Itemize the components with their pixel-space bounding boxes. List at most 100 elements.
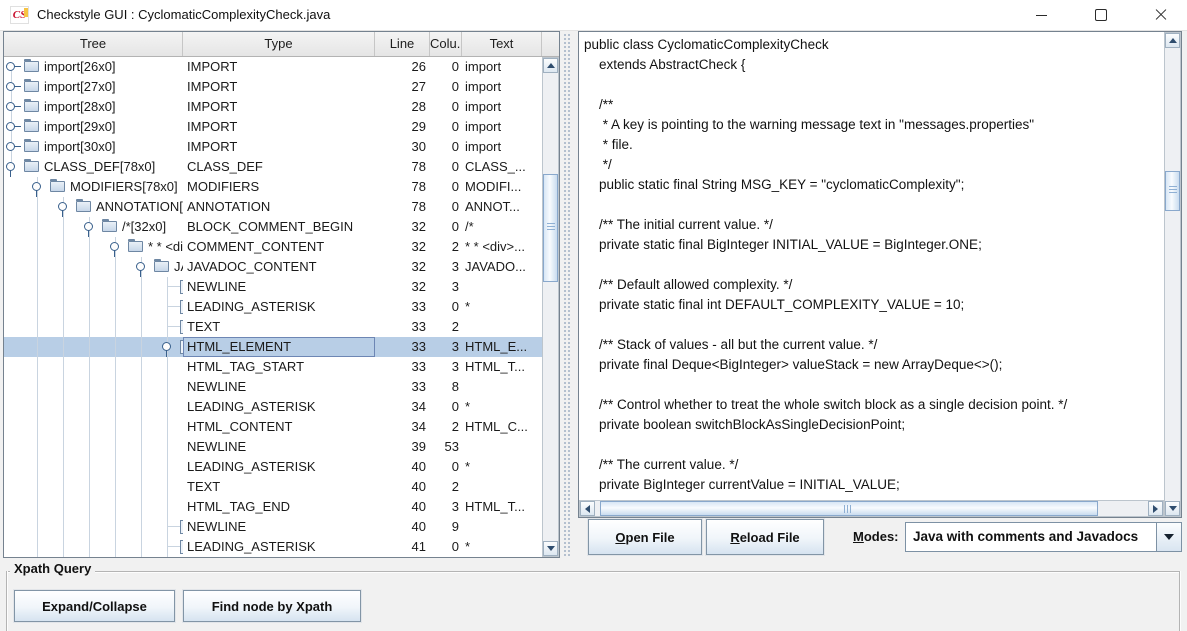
colc-cell[interactable]: 53	[430, 437, 462, 457]
text-cell[interactable]: *	[462, 397, 542, 417]
expand-handle-icon[interactable]	[6, 62, 15, 71]
tree-cell[interactable]: import[29x0]	[4, 117, 183, 137]
colc-cell[interactable]: 0	[430, 177, 462, 197]
tree-cell[interactable]: import[28x0]	[4, 97, 183, 117]
split-divider[interactable]	[561, 31, 577, 558]
line-cell[interactable]: 41	[375, 537, 430, 557]
type-cell[interactable]: ANNOTATION	[183, 197, 375, 217]
table-row[interactable]: HTML_TAG_START333HTML_T...	[4, 357, 542, 377]
text-cell[interactable]: HTML_E...	[462, 337, 542, 357]
table-row[interactable]: LEADING_ASTERISK330*	[4, 297, 542, 317]
expand-handle-icon[interactable]	[6, 122, 15, 131]
text-cell[interactable]: HTML_T...	[462, 357, 542, 377]
type-cell[interactable]: HTML_CONTENT	[183, 417, 375, 437]
type-cell[interactable]: NEWLINE	[183, 277, 375, 297]
colc-cell[interactable]: 0	[430, 137, 462, 157]
table-row[interactable]: NEWLINE3953	[4, 437, 542, 457]
type-cell[interactable]: TEXT	[183, 477, 375, 497]
line-cell[interactable]: 32	[375, 237, 430, 257]
line-cell[interactable]: 40	[375, 517, 430, 537]
type-cell[interactable]: IMPORT	[183, 97, 375, 117]
table-row[interactable]: HTML_TAG_END403HTML_T...	[4, 497, 542, 517]
column-header-colu[interactable]: Colu...	[430, 32, 462, 56]
tree-cell[interactable]	[4, 537, 183, 557]
type-cell[interactable]: LEADING_ASTERISK	[183, 397, 375, 417]
line-cell[interactable]: 26	[375, 57, 430, 77]
colc-cell[interactable]: 0	[430, 197, 462, 217]
text-cell[interactable]: *	[462, 297, 542, 317]
colc-cell[interactable]: 3	[430, 357, 462, 377]
line-cell[interactable]: 34	[375, 397, 430, 417]
type-cell[interactable]: NEWLINE	[183, 517, 375, 537]
line-cell[interactable]: 32	[375, 257, 430, 277]
type-cell[interactable]: NEWLINE	[183, 437, 375, 457]
line-cell[interactable]: 33	[375, 337, 430, 357]
text-cell[interactable]: ANNOT...	[462, 197, 542, 217]
tree-cell[interactable]: /*[32x0]	[4, 217, 183, 237]
collapse-handle-icon[interactable]	[58, 202, 67, 211]
combobox-dropdown-button[interactable]	[1156, 523, 1181, 551]
colc-cell[interactable]: 3	[430, 257, 462, 277]
type-cell[interactable]: LEADING_ASTERISK	[183, 297, 375, 317]
table-row[interactable]: TEXT332	[4, 317, 542, 337]
colc-cell[interactable]: 0	[430, 77, 462, 97]
table-row[interactable]: MODIFIERS[78x0]MODIFIERS780MODIFI...	[4, 177, 542, 197]
tree-cell[interactable]	[4, 457, 183, 477]
type-cell[interactable]: IMPORT	[183, 57, 375, 77]
tree-cell[interactable]	[4, 297, 183, 317]
table-row[interactable]: import[30x0]IMPORT300import	[4, 137, 542, 157]
table-row[interactable]: import[29x0]IMPORT290import	[4, 117, 542, 137]
scroll-down-button[interactable]	[1165, 501, 1180, 516]
table-row[interactable]: ANNOTATION[78x0]ANNOTATION780ANNOT...	[4, 197, 542, 217]
table-row[interactable]: LEADING_ASTERISK400*	[4, 457, 542, 477]
text-cell[interactable]	[462, 377, 542, 397]
text-cell[interactable]: HTML_C...	[462, 417, 542, 437]
text-cell[interactable]: import	[462, 57, 542, 77]
line-cell[interactable]: 32	[375, 217, 430, 237]
code-scrollbar-horizontal[interactable]	[579, 500, 1164, 517]
type-cell[interactable]: JAVADOC_CONTENT	[183, 257, 375, 277]
tree-cell[interactable]: * * <div>...	[4, 237, 183, 257]
reload-file-button[interactable]: Reload File	[706, 519, 824, 555]
colc-cell[interactable]: 8	[430, 377, 462, 397]
line-cell[interactable]: 33	[375, 357, 430, 377]
text-cell[interactable]: CLASS_...	[462, 157, 542, 177]
scroll-right-button[interactable]	[1148, 501, 1163, 516]
text-cell[interactable]: MODIFI...	[462, 177, 542, 197]
table-row[interactable]: import[28x0]IMPORT280import	[4, 97, 542, 117]
find-node-by-xpath-button[interactable]: Find node by Xpath	[183, 590, 361, 622]
tree-cell[interactable]	[4, 377, 183, 397]
scroll-down-button[interactable]	[543, 541, 558, 556]
table-row[interactable]: import[26x0]IMPORT260import	[4, 57, 542, 77]
scroll-up-button[interactable]	[1165, 33, 1180, 48]
line-cell[interactable]: 40	[375, 477, 430, 497]
tree-cell[interactable]	[4, 417, 183, 437]
maximize-button[interactable]	[1078, 0, 1124, 30]
tree-scrollbar-vertical[interactable]	[542, 57, 559, 557]
type-cell[interactable]: BLOCK_COMMENT_BEGIN	[183, 217, 375, 237]
colc-cell[interactable]: 3	[430, 277, 462, 297]
scroll-left-button[interactable]	[580, 501, 595, 516]
line-cell[interactable]: 27	[375, 77, 430, 97]
tree-cell[interactable]	[4, 437, 183, 457]
text-cell[interactable]: import	[462, 117, 542, 137]
text-cell[interactable]	[462, 477, 542, 497]
tree-cell[interactable]: CLASS_DEF[78x0]	[4, 157, 183, 177]
collapse-handle-icon[interactable]	[110, 242, 119, 251]
tree-cell[interactable]	[4, 277, 183, 297]
colc-cell[interactable]: 0	[430, 157, 462, 177]
colc-cell[interactable]: 2	[430, 477, 462, 497]
table-row[interactable]: JAVADOC_CONTENT[32x3]JAVADOC_CONTENT323J…	[4, 257, 542, 277]
collapse-handle-icon[interactable]	[84, 222, 93, 231]
colc-cell[interactable]: 2	[430, 317, 462, 337]
colc-cell[interactable]: 0	[430, 117, 462, 137]
table-row[interactable]: NEWLINE409	[4, 517, 542, 537]
column-header-type[interactable]: Type	[183, 32, 375, 56]
table-row[interactable]: * * <div>...COMMENT_CONTENT322* * <div>.…	[4, 237, 542, 257]
colc-cell[interactable]: 2	[430, 237, 462, 257]
collapse-handle-icon[interactable]	[6, 162, 15, 171]
table-row[interactable]: import[27x0]IMPORT270import	[4, 77, 542, 97]
line-cell[interactable]: 33	[375, 317, 430, 337]
collapse-handle-icon[interactable]	[32, 182, 41, 191]
tree-table-body[interactable]: import[26x0]IMPORT260importimport[27x0]I…	[4, 57, 542, 557]
